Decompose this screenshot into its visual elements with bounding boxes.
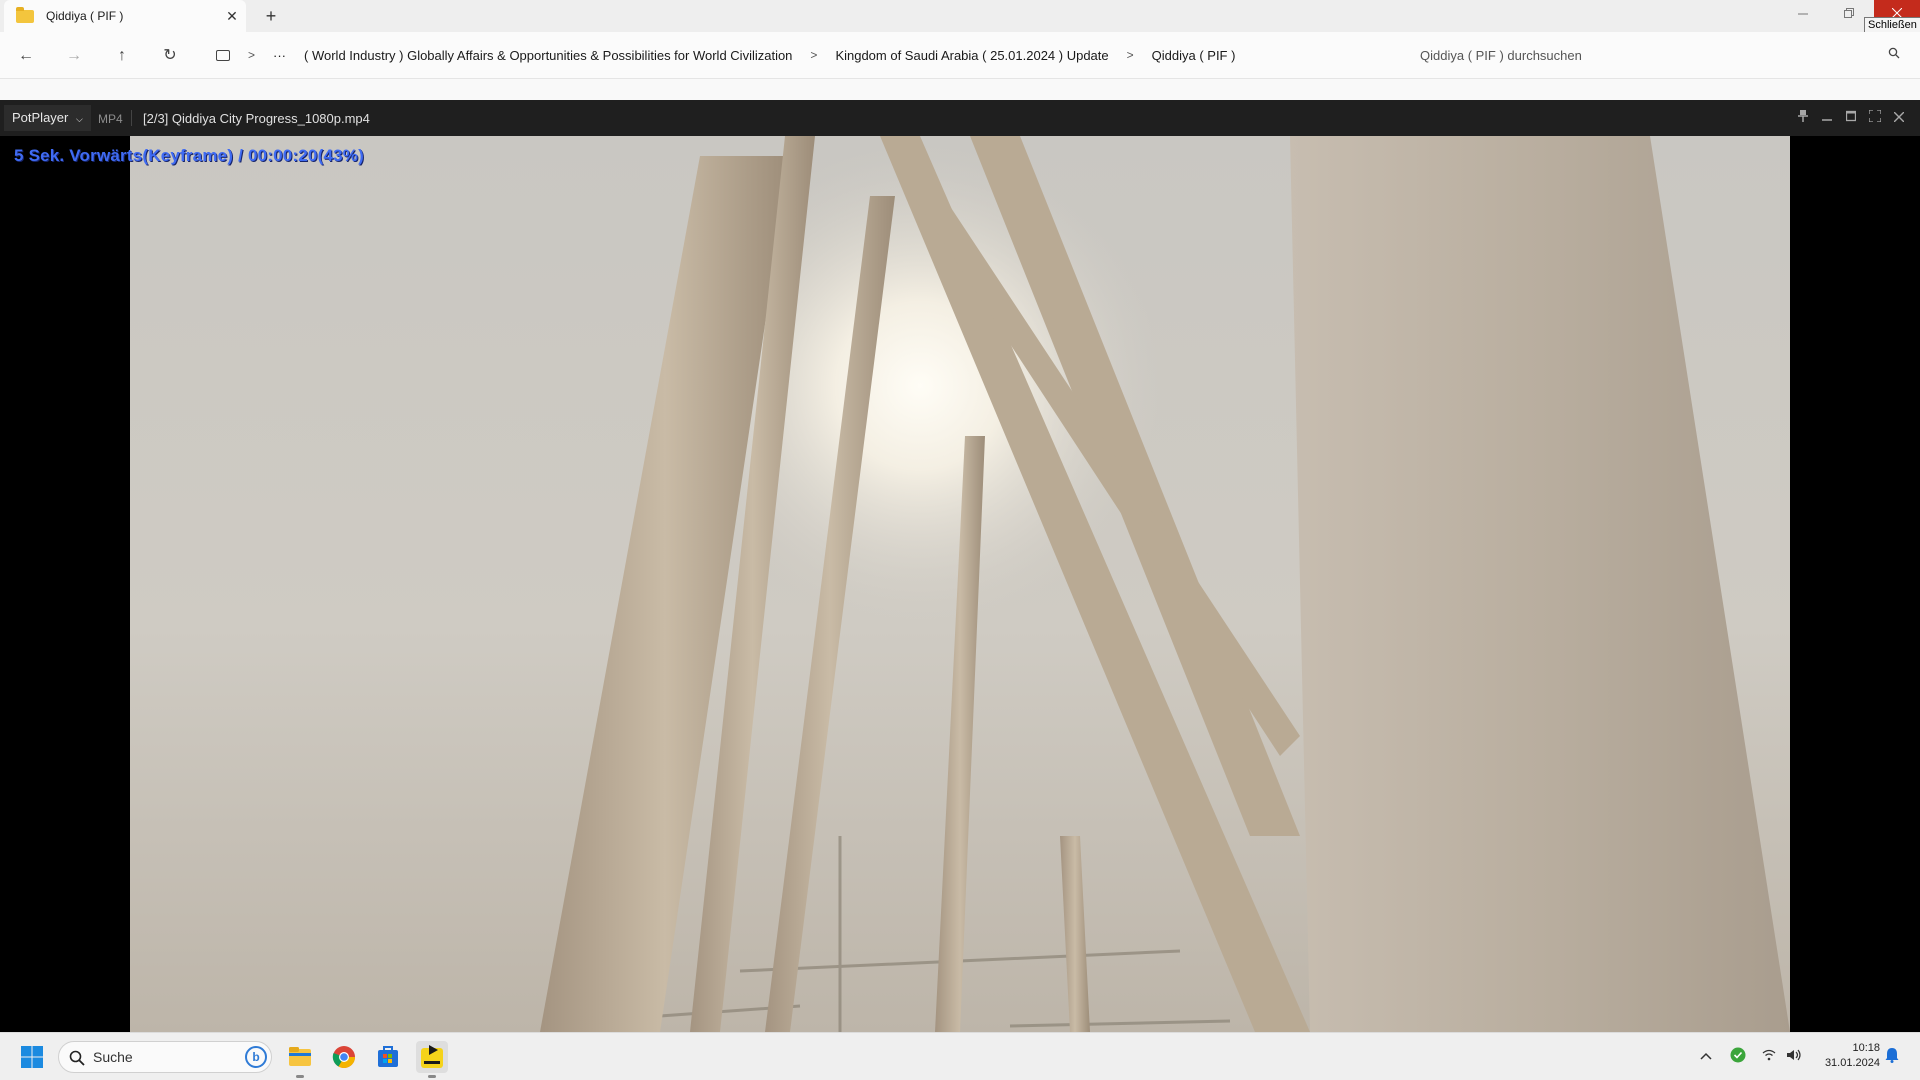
video-file-title: [2/3] Qiddiya City Progress_1080p.mp4	[143, 111, 370, 126]
taskbar-clock[interactable]: 10:18 31.01.2024	[1810, 1041, 1880, 1071]
maximize-icon	[1845, 110, 1857, 122]
explorer-tab-bar: Qiddiya ( PIF ) ✕ + Schließen	[0, 0, 1920, 33]
potplayer-taskbar-button[interactable]	[416, 1041, 448, 1078]
video-frame	[0, 136, 1920, 1032]
potplayer-title-bar: PotPlayer ⌵ MP4 [2/3] Qiddiya City Progr…	[0, 100, 1920, 136]
potplayer-menu-label: PotPlayer	[12, 110, 69, 125]
back-button[interactable]: ←	[14, 44, 38, 68]
restore-icon	[1844, 8, 1854, 18]
show-hidden-icons-button[interactable]	[1700, 1049, 1712, 1064]
breadcrumb-item-world-industry[interactable]: ( World Industry ) Globally Affairs & Op…	[304, 48, 792, 63]
chrome-icon	[332, 1046, 355, 1068]
player-maximize-button[interactable]	[1843, 110, 1859, 126]
explorer-command-bar	[0, 78, 1920, 100]
clock-date: 31.01.2024	[1824, 1057, 1880, 1069]
minimize-icon	[1798, 13, 1808, 15]
file-explorer-taskbar-button[interactable]	[284, 1041, 316, 1078]
minimize-window-button[interactable]	[1780, 0, 1826, 32]
pin-icon[interactable]	[1795, 110, 1811, 126]
explorer-nav-bar: ← → ↑ ↻ > ··· ( World Industry ) Globall…	[0, 32, 1920, 78]
close-icon	[1893, 111, 1905, 123]
chevron-down-icon: ⌵	[76, 114, 83, 124]
chrome-taskbar-button[interactable]	[328, 1041, 360, 1073]
forward-button[interactable]: →	[62, 44, 86, 68]
potplayer-menu-button[interactable]: PotPlayer ⌵	[4, 105, 91, 131]
potplayer-icon	[421, 1045, 443, 1068]
taskbar-search-label: Suche	[93, 1049, 133, 1065]
chevron-right-icon[interactable]: >	[248, 48, 255, 62]
osd-seek-message: 5 Sek. Vorwärts(Keyframe) / 00:00:20(43%…	[14, 146, 364, 165]
notification-bell-icon[interactable]	[1885, 1047, 1899, 1066]
windows-start-icon[interactable]	[20, 1045, 44, 1069]
close-tooltip: Schließen	[1864, 17, 1920, 33]
breadcrumb: > ··· ( World Industry ) Globally Affair…	[206, 36, 1400, 74]
fullscreen-icon	[1868, 109, 1882, 123]
player-fullscreen-button[interactable]	[1867, 109, 1883, 126]
bing-icon[interactable]: b	[245, 1046, 267, 1068]
running-indicator	[428, 1075, 436, 1078]
breadcrumb-item-qiddiya[interactable]: Qiddiya ( PIF )	[1152, 48, 1236, 63]
wifi-icon[interactable]	[1762, 1049, 1776, 1064]
running-indicator	[296, 1075, 304, 1078]
volume-icon[interactable]	[1786, 1049, 1802, 1064]
up-button[interactable]: ↑	[110, 44, 134, 68]
security-tray-icon[interactable]	[1730, 1047, 1746, 1066]
breadcrumb-item-saudi-arabia[interactable]: Kingdom of Saudi Arabia ( 25.01.2024 ) U…	[835, 48, 1108, 63]
refresh-button[interactable]: ↻	[158, 44, 182, 68]
new-tab-button[interactable]: +	[258, 4, 284, 28]
explorer-tab[interactable]: Qiddiya ( PIF ) ✕	[4, 0, 246, 32]
search-placeholder: Qiddiya ( PIF ) durchsuchen	[1420, 47, 1582, 63]
tab-title: Qiddiya ( PIF )	[46, 9, 124, 23]
chevron-right-icon[interactable]: >	[810, 48, 817, 62]
tab-close-button[interactable]: ✕	[218, 8, 246, 25]
search-icon	[69, 1050, 85, 1066]
chevron-up-icon	[1700, 1052, 1712, 1060]
chevron-right-icon[interactable]: >	[1127, 48, 1134, 62]
explorer-search-input[interactable]: Qiddiya ( PIF ) durchsuchen	[1410, 38, 1910, 72]
breadcrumb-more-button[interactable]: ···	[273, 48, 286, 63]
player-minimize-button[interactable]	[1819, 110, 1835, 126]
shield-check-icon	[1730, 1047, 1746, 1063]
taskbar-search-box[interactable]: Suche b	[58, 1041, 272, 1073]
folder-icon	[16, 6, 34, 23]
divider	[131, 110, 132, 126]
microsoft-store-taskbar-button[interactable]	[372, 1041, 404, 1073]
minimize-icon	[1822, 119, 1832, 121]
player-close-button[interactable]	[1891, 110, 1907, 126]
clock-time: 10:18	[1852, 1042, 1880, 1054]
search-icon	[1888, 47, 1900, 59]
microsoft-store-icon	[378, 1046, 398, 1067]
this-pc-icon[interactable]	[216, 49, 230, 61]
video-viewport[interactable]: 5 Sek. Vorwärts(Keyframe) / 00:00:20(43%…	[0, 136, 1920, 1032]
file-explorer-icon	[289, 1047, 311, 1066]
video-format-label: MP4	[98, 112, 123, 126]
taskbar: Suche b 10:18 31.01.2024	[0, 1032, 1920, 1080]
